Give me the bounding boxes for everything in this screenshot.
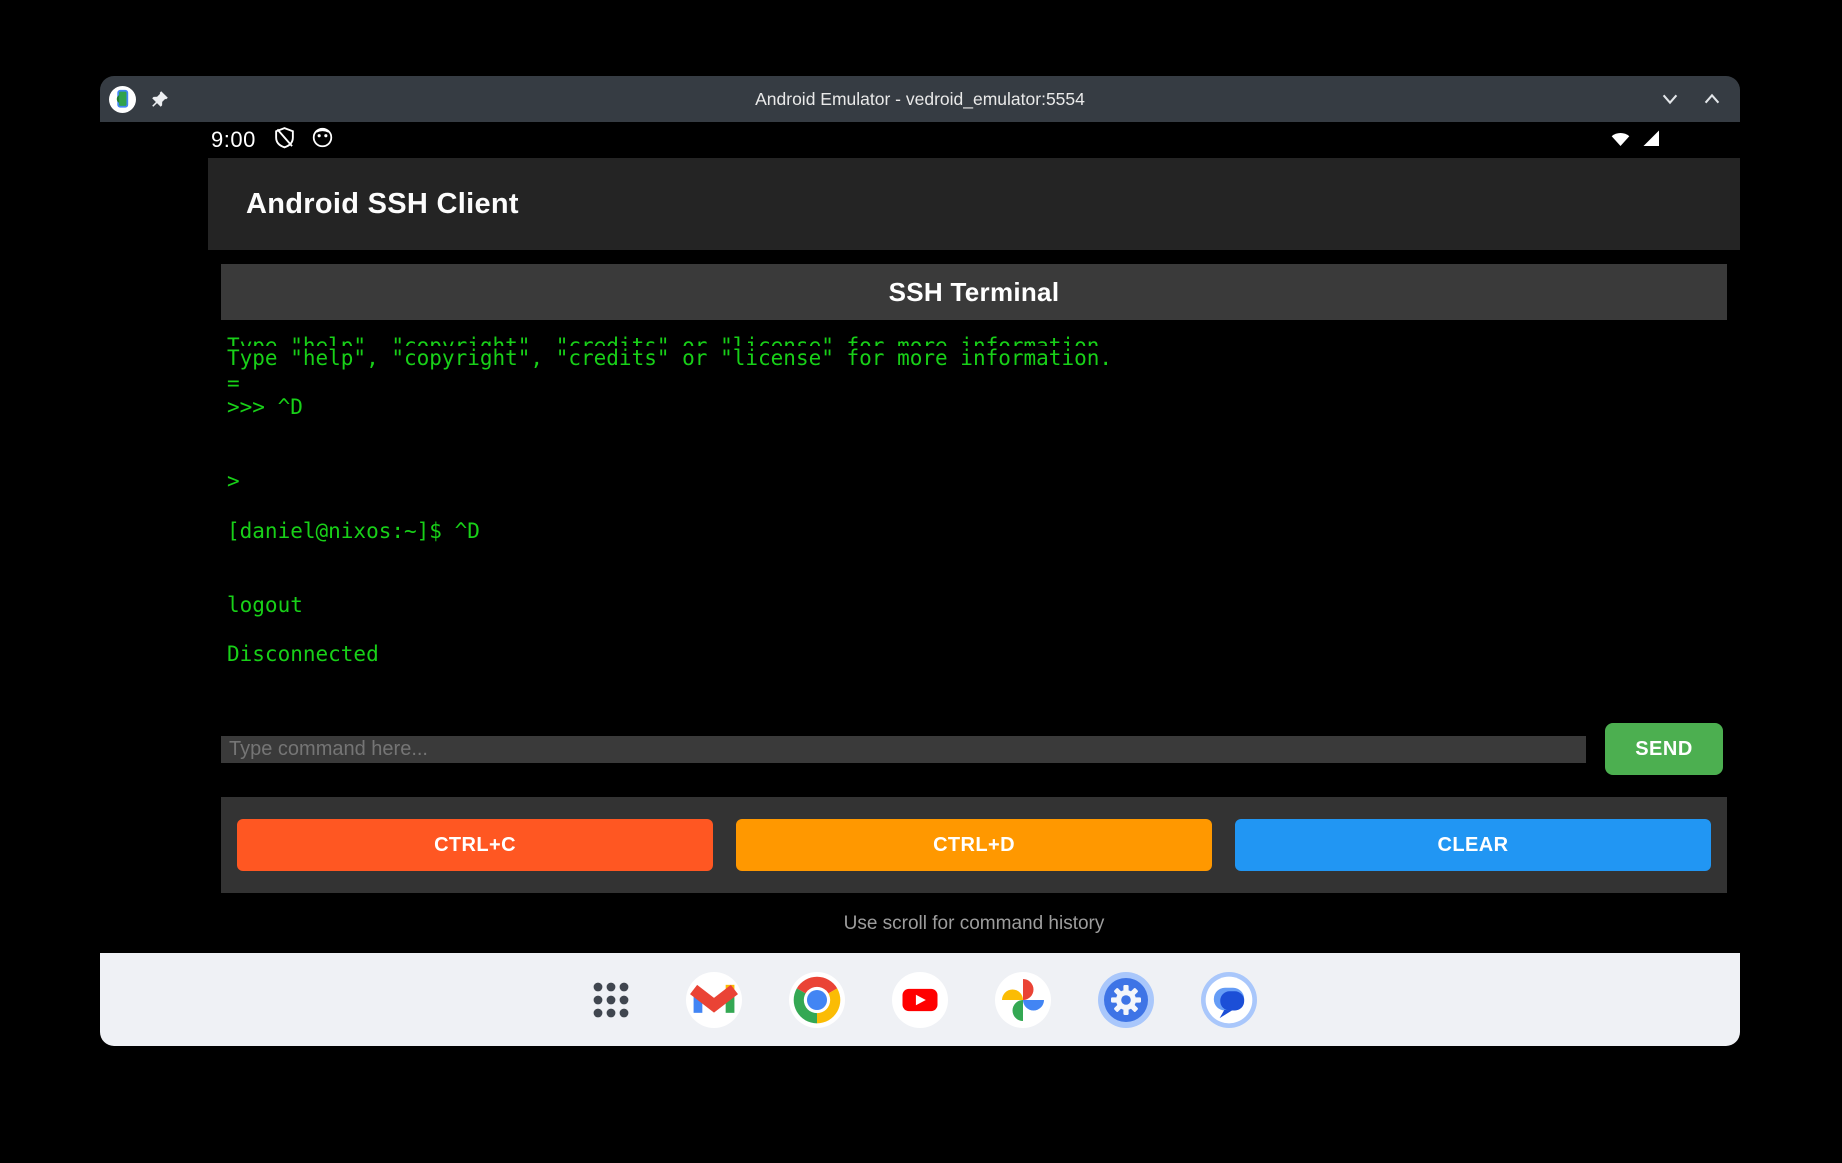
chevron-down-icon[interactable] xyxy=(1659,89,1681,109)
google-photos-icon[interactable] xyxy=(995,972,1051,1028)
clear-button[interactable]: CLEAR xyxy=(1235,819,1711,871)
terminal-line xyxy=(227,420,1740,445)
emulator-logo-icon xyxy=(109,86,136,113)
terminal-line: = xyxy=(227,371,1740,396)
ssh-terminal-title: SSH Terminal xyxy=(889,277,1060,308)
ssh-terminal-header: SSH Terminal xyxy=(221,264,1727,320)
chevron-up-icon[interactable] xyxy=(1701,89,1723,109)
terminal-line xyxy=(227,568,1740,593)
terminal-line xyxy=(227,494,1740,519)
send-button[interactable]: SEND xyxy=(1605,723,1723,775)
dock xyxy=(100,953,1740,1046)
scroll-hint: Use scroll for command history xyxy=(208,913,1740,935)
terminal-line xyxy=(227,445,1740,470)
terminal-output[interactable]: Type "help", "copyright", "credits" or "… xyxy=(208,320,1740,723)
android-screen: 9:00 xyxy=(208,122,1740,953)
signal-icon xyxy=(1638,127,1662,154)
terminal-line xyxy=(227,544,1740,569)
terminal-line: [daniel@nixos:~]$ ^D xyxy=(227,519,1740,544)
terminal-line: logout xyxy=(227,593,1740,618)
window-titlebar: Android Emulator - vedroid_emulator:5554 xyxy=(100,76,1740,122)
window-title: Android Emulator - vedroid_emulator:5554 xyxy=(100,89,1740,110)
terminal-line: >>> ^D xyxy=(227,395,1740,420)
status-time: 9:00 xyxy=(211,127,256,153)
settings-icon[interactable] xyxy=(1098,972,1154,1028)
wifi-icon xyxy=(1608,127,1633,154)
ctrl-d-button[interactable]: CTRL+D xyxy=(736,819,1212,871)
terminal-line: Type "help", "copyright", "credits" or "… xyxy=(227,346,1740,371)
terminal-line xyxy=(227,618,1740,643)
gmail-icon[interactable] xyxy=(686,972,742,1028)
app-title: Android SSH Client xyxy=(246,188,519,221)
command-row: SEND xyxy=(221,723,1723,775)
shield-off-icon xyxy=(273,126,296,154)
terminal-line-clipped: Type "help", "copyright", "credits" or "… xyxy=(227,320,1740,346)
emulator-window: Android Emulator - vedroid_emulator:5554… xyxy=(100,76,1740,1046)
youtube-icon[interactable] xyxy=(892,972,948,1028)
ctrl-c-button[interactable]: CTRL+C xyxy=(237,819,713,871)
terminal-line: Disconnected xyxy=(227,642,1740,667)
face-icon xyxy=(311,126,334,154)
command-input[interactable] xyxy=(221,736,1586,763)
app-bar: Android SSH Client xyxy=(208,158,1740,250)
app-drawer-icon[interactable] xyxy=(583,972,639,1028)
messages-icon[interactable] xyxy=(1201,972,1257,1028)
actions-bar: CTRL+C CTRL+D CLEAR xyxy=(221,797,1727,893)
pin-icon[interactable] xyxy=(151,90,169,108)
status-bar: 9:00 xyxy=(208,122,1740,158)
terminal-line: > xyxy=(227,469,1740,494)
chrome-icon[interactable] xyxy=(789,972,845,1028)
